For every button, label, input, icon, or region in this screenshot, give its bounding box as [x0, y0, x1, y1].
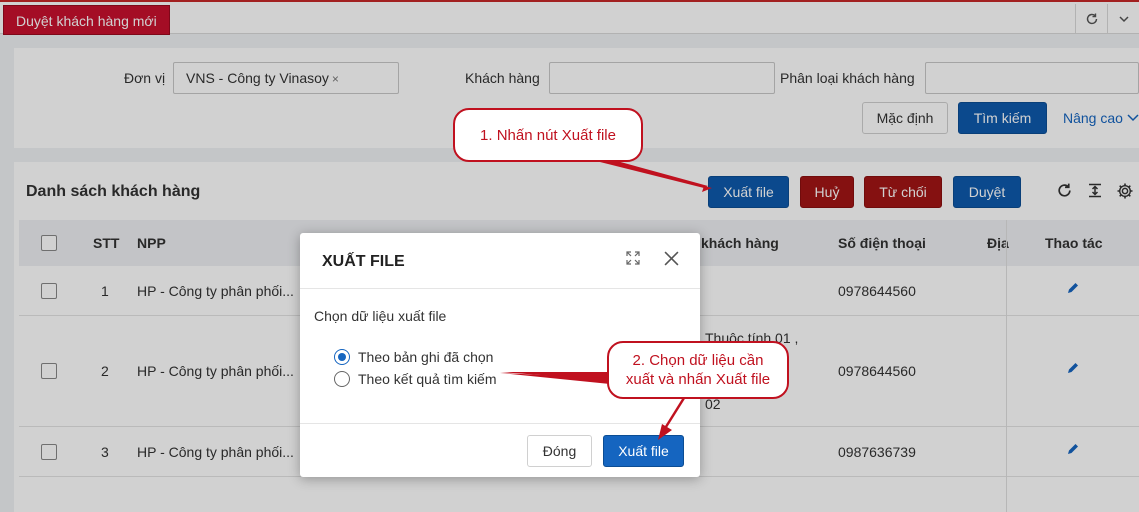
- arrow-step2-to-button: [662, 397, 686, 431]
- annotation-arrows: [500, 158, 712, 440]
- callout-step2-line1: 2. Chọn dữ liệu cần: [632, 352, 764, 369]
- arrowhead-step2: [658, 424, 672, 440]
- callout-step1: 1. Nhấn nút Xuất file: [453, 108, 643, 162]
- callout-step2-line2: xuất và nhấn Xuất file: [625, 371, 771, 388]
- arrow-step1: [592, 158, 708, 188]
- callout-step2: 2. Chọn dữ liệu cần xuất và nhấn Xuất fi…: [607, 341, 789, 399]
